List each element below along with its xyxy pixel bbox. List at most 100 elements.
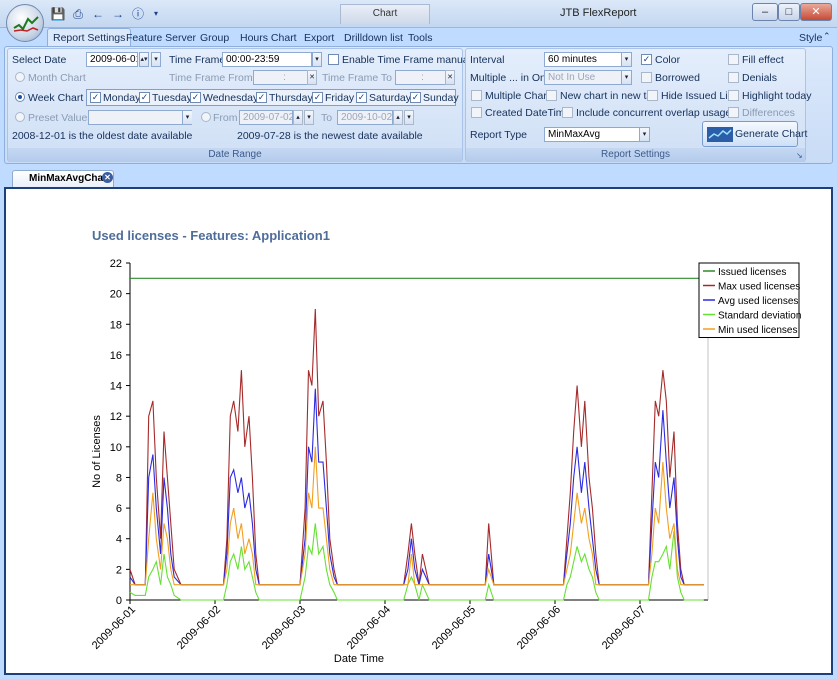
generate-chart-button[interactable]: Generate Chart [702,121,807,147]
week-chart-label: Week Chart [28,92,84,104]
series-line-standard-deviation [129,523,704,601]
tab-tools[interactable]: Tools [404,30,437,46]
tab-hours-chart[interactable]: Hours Chart [236,30,301,46]
preset-values-radio[interactable] [15,112,25,122]
help-icon[interactable]: ⓘ [130,6,146,22]
borrowed-checkbox[interactable] [641,72,652,83]
thursday-label: Thursday [269,92,313,104]
x-tick-label: 2009-06-02 [175,604,223,652]
month-chart-radio[interactable] [15,72,25,82]
chart-panel: Used licenses - Features: Application1 0 2… [4,187,833,675]
legend-entry: Avg used licenses [718,296,798,307]
style-menu[interactable]: Style [795,30,826,46]
y-tick-label: 12 [110,411,122,423]
minimize-button[interactable]: – [752,3,778,21]
tab-group[interactable]: Group [196,30,233,46]
monday-label: Monday [103,92,141,104]
to-dropdown-icon[interactable]: ▾ [404,110,414,125]
multiple-in-one-select[interactable]: Not In Use [544,70,632,85]
series-line-min-used-licenses [130,446,704,586]
tab-report-settings[interactable]: Report Settings [47,28,132,47]
highlight-today-checkbox[interactable] [728,90,739,101]
document-tab-strip [0,166,837,188]
date-spin-icon[interactable]: ▴▾ [139,52,149,67]
interval-label: Interval [470,54,505,66]
month-chart-label: Month Chart [28,72,86,84]
week-chart-radio[interactable] [15,92,25,102]
tab-drilldown-list[interactable]: Drilldown list [340,30,407,46]
from-dropdown-icon[interactable]: ▾ [304,110,314,125]
print-icon[interactable]: ⎙ [70,6,86,22]
doc-tab-label: MinMaxAvgChart [29,173,111,184]
created-datetime-checkbox[interactable] [471,107,482,118]
friday-checkbox[interactable]: ✓ [312,92,323,103]
to-spin-icon[interactable]: ▴ [393,110,403,125]
tab-feature-server[interactable]: Feature Server [122,30,200,46]
date-dropdown-icon[interactable]: ▾ [151,52,161,67]
forward-icon[interactable]: → [110,6,126,22]
new-chart-tab-checkbox[interactable] [546,90,557,101]
x-axis-label: Date Time [334,653,384,665]
x-tick-label: 2009-06-05 [430,604,478,652]
ribbon-collapse-icon[interactable]: ⌃ [823,31,831,42]
tab-export[interactable]: Export [300,30,338,46]
sunday-checkbox[interactable]: ✓ [410,92,421,103]
tuesday-checkbox[interactable]: ✓ [139,92,150,103]
select-date-input[interactable]: 2009-06-01 [86,52,138,67]
multiple-chart-checkbox[interactable] [471,90,482,101]
report-type-label: Report Type [470,129,528,141]
monday-checkbox[interactable]: ✓ [90,92,101,103]
from-label: From [213,112,238,124]
x-tick-label: 2009-06-06 [515,604,563,652]
saturday-checkbox[interactable]: ✓ [356,92,367,103]
preset-values-select[interactable] [88,110,192,125]
differences-checkbox[interactable] [728,107,739,118]
save-icon[interactable]: 💾 [50,6,66,22]
time-frame-from-clear-icon[interactable]: ✕ [307,70,317,85]
time-frame-from-input[interactable]: : [253,70,313,85]
new-chart-tab-label: New chart in new tab [560,90,659,102]
enable-time-frame-manual-label: Enable Time Frame manual [342,54,471,66]
from-radio[interactable] [201,112,211,122]
wednesday-checkbox[interactable]: ✓ [190,92,201,103]
interval-dropdown-icon[interactable]: ▾ [621,53,631,66]
include-overlap-checkbox[interactable] [562,107,573,118]
fill-effect-checkbox[interactable] [728,54,739,65]
time-frame-input[interactable]: 00:00-23:59 [222,52,312,67]
thursday-checkbox[interactable]: ✓ [256,92,267,103]
time-frame-label: Time Frame [169,54,226,66]
to-date-input[interactable]: 2009-10-02 [337,110,393,125]
time-frame-dropdown-icon[interactable]: ▾ [312,52,322,67]
maximize-button[interactable]: □ [778,3,800,21]
report-type-select[interactable]: MinMaxAvg [544,127,650,142]
tab-minmaxavgchart[interactable]: MinMaxAvgChart ✕ [12,170,114,187]
from-date-input[interactable]: 2009-07-02 [239,110,293,125]
from-spin-icon[interactable]: ▴ [293,110,303,125]
multiple-in-one-dropdown-icon[interactable]: ▾ [621,71,631,84]
interval-select[interactable]: 60 minutes [544,52,632,67]
report-settings-group-label: Report Settings [466,148,805,162]
app-menu-orb-icon[interactable] [6,4,44,42]
time-frame-to-input[interactable]: : [395,70,447,85]
differences-label: Differences [742,107,795,119]
x-tick-label: 2009-06-07 [600,604,648,652]
y-tick-label: 4 [116,534,122,546]
back-icon[interactable]: ← [90,6,106,22]
fill-effect-label: Fill effect [742,54,784,66]
include-overlap-label: Include concurrent overlap usage [576,107,732,119]
report-type-dropdown-icon[interactable]: ▾ [639,128,649,141]
oldest-date-note: 2008-12-01 is the oldest date available [12,130,193,142]
x-tick-label: 2009-06-03 [260,604,308,652]
dropdown-icon[interactable]: ▾ [148,6,164,22]
preset-values-dropdown-icon[interactable]: ▾ [182,111,192,124]
denials-checkbox[interactable] [728,72,739,83]
highlight-today-label: Highlight today [742,90,812,102]
enable-time-frame-manual-checkbox[interactable] [328,54,339,65]
color-checkbox[interactable]: ✓ [641,54,652,65]
close-tab-icon[interactable]: ✕ [102,172,113,183]
time-frame-to-clear-icon[interactable]: ✕ [445,70,455,85]
close-button[interactable]: ✕ [800,3,832,21]
hide-issued-lic-checkbox[interactable] [647,90,658,101]
dialog-launcher-icon[interactable]: ↘ [796,151,803,160]
app-title: JTB FlexReport [560,7,637,19]
